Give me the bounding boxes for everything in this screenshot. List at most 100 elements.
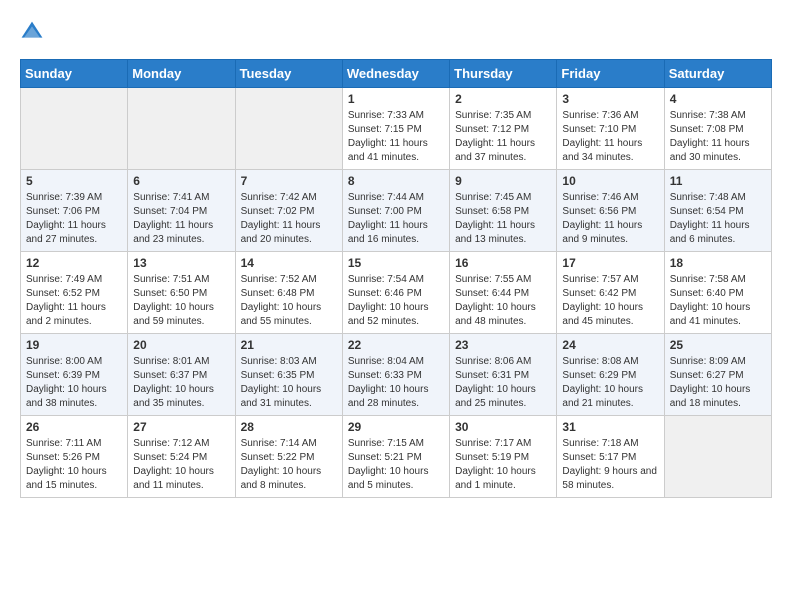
- calendar-cell: 10 Sunrise: 7:46 AMSunset: 6:56 PMDayligh…: [557, 170, 664, 252]
- calendar-table: SundayMondayTuesdayWednesdayThursdayFrid…: [20, 59, 772, 498]
- calendar-cell: 15 Sunrise: 7:54 AMSunset: 6:46 PMDayligh…: [342, 252, 449, 334]
- day-number: 22: [348, 338, 444, 352]
- day-info: Sunrise: 7:38 AMSunset: 7:08 PMDaylight:…: [670, 109, 766, 165]
- day-info: Sunrise: 7:45 AMSunset: 6:58 PMDaylight:…: [455, 191, 551, 247]
- day-info: Sunrise: 7:44 AMSunset: 7:00 PMDaylight:…: [348, 191, 444, 247]
- calendar-cell: 16 Sunrise: 7:55 AMSunset: 6:44 PMDayligh…: [450, 252, 557, 334]
- calendar-cell: 13Sunrise: 7:51 AMSunset: 6:50 PMDayligh…: [128, 252, 235, 334]
- calendar-week-row: 19 Sunrise: 8:00 AMSunset: 6:39 PMDayligh…: [21, 334, 772, 416]
- day-info: Sunrise: 7:39 AMSunset: 7:06 PMDaylight:…: [26, 191, 122, 247]
- calendar-cell: 6 Sunrise: 7:41 AMSunset: 7:04 PMDaylight…: [128, 170, 235, 252]
- day-info: Sunrise: 7:15 AMSunset: 5:21 PMDaylight:…: [348, 437, 444, 493]
- calendar-cell: 2 Sunrise: 7:35 AMSunset: 7:12 PMDaylight…: [450, 88, 557, 170]
- day-info: Sunrise: 7:17 AMSunset: 5:19 PMDaylight:…: [455, 437, 551, 493]
- day-number: 6: [133, 174, 229, 188]
- day-of-week-header: Friday: [557, 60, 664, 88]
- day-number: 25: [670, 338, 766, 352]
- calendar-cell: 25 Sunrise: 8:09 AMSunset: 6:27 PMDayligh…: [664, 334, 771, 416]
- day-number: 12: [26, 256, 122, 270]
- calendar-cell: 9 Sunrise: 7:45 AMSunset: 6:58 PMDaylight…: [450, 170, 557, 252]
- calendar-cell: [235, 88, 342, 170]
- day-of-week-header: Wednesday: [342, 60, 449, 88]
- day-number: 4: [670, 92, 766, 106]
- calendar-week-row: 5 Sunrise: 7:39 AMSunset: 7:06 PMDaylight…: [21, 170, 772, 252]
- calendar-cell: 5 Sunrise: 7:39 AMSunset: 7:06 PMDaylight…: [21, 170, 128, 252]
- calendar-cell: 11 Sunrise: 7:48 AMSunset: 6:54 PMDayligh…: [664, 170, 771, 252]
- calendar-cell: 1 Sunrise: 7:33 AMSunset: 7:15 PMDaylight…: [342, 88, 449, 170]
- day-number: 7: [241, 174, 337, 188]
- day-number: 31: [562, 420, 658, 434]
- day-info: Sunrise: 7:36 AMSunset: 7:10 PMDaylight:…: [562, 109, 658, 165]
- calendar-cell: 14Sunrise: 7:52 AMSunset: 6:48 PMDayligh…: [235, 252, 342, 334]
- calendar-cell: 30 Sunrise: 7:17 AMSunset: 5:19 PMDayligh…: [450, 416, 557, 498]
- day-info: Sunrise: 7:49 AMSunset: 6:52 PMDaylight:…: [26, 273, 122, 329]
- page-header: [20, 20, 772, 49]
- day-info: Sunrise: 7:52 AMSunset: 6:48 PMDaylight:…: [241, 273, 337, 329]
- day-number: 27: [133, 420, 229, 434]
- day-number: 1: [348, 92, 444, 106]
- calendar-week-row: 12 Sunrise: 7:49 AMSunset: 6:52 PMDayligh…: [21, 252, 772, 334]
- day-info: Sunrise: 7:41 AMSunset: 7:04 PMDaylight:…: [133, 191, 229, 247]
- calendar-cell: 22 Sunrise: 8:04 AMSunset: 6:33 PMDayligh…: [342, 334, 449, 416]
- day-info: Sunrise: 7:33 AMSunset: 7:15 PMDaylight:…: [348, 109, 444, 165]
- calendar-header-row: SundayMondayTuesdayWednesdayThursdayFrid…: [21, 60, 772, 88]
- logo-icon: [20, 20, 44, 44]
- day-info: Sunrise: 7:55 AMSunset: 6:44 PMDaylight:…: [455, 273, 551, 329]
- day-info: Sunrise: 7:48 AMSunset: 6:54 PMDaylight:…: [670, 191, 766, 247]
- day-info: Sunrise: 7:12 AMSunset: 5:24 PMDaylight:…: [133, 437, 229, 493]
- day-number: 19: [26, 338, 122, 352]
- day-number: 26: [26, 420, 122, 434]
- calendar-cell: 26Sunrise: 7:11 AMSunset: 5:26 PMDayligh…: [21, 416, 128, 498]
- day-info: Sunrise: 8:08 AMSunset: 6:29 PMDaylight:…: [562, 355, 658, 411]
- calendar-cell: 4 Sunrise: 7:38 AMSunset: 7:08 PMDaylight…: [664, 88, 771, 170]
- day-info: Sunrise: 8:00 AMSunset: 6:39 PMDaylight:…: [26, 355, 122, 411]
- day-number: 16: [455, 256, 551, 270]
- day-number: 23: [455, 338, 551, 352]
- calendar-cell: 31Sunrise: 7:18 AMSunset: 5:17 PMDayligh…: [557, 416, 664, 498]
- day-info: Sunrise: 8:09 AMSunset: 6:27 PMDaylight:…: [670, 355, 766, 411]
- day-info: Sunrise: 7:54 AMSunset: 6:46 PMDaylight:…: [348, 273, 444, 329]
- day-info: Sunrise: 8:04 AMSunset: 6:33 PMDaylight:…: [348, 355, 444, 411]
- day-number: 2: [455, 92, 551, 106]
- calendar-cell: 29Sunrise: 7:15 AMSunset: 5:21 PMDayligh…: [342, 416, 449, 498]
- day-number: 8: [348, 174, 444, 188]
- day-info: Sunrise: 8:01 AMSunset: 6:37 PMDaylight:…: [133, 355, 229, 411]
- calendar-cell: 27 Sunrise: 7:12 AMSunset: 5:24 PMDayligh…: [128, 416, 235, 498]
- calendar-cell: [21, 88, 128, 170]
- day-number: 21: [241, 338, 337, 352]
- day-info: Sunrise: 7:14 AMSunset: 5:22 PMDaylight:…: [241, 437, 337, 493]
- calendar-cell: 8 Sunrise: 7:44 AMSunset: 7:00 PMDaylight…: [342, 170, 449, 252]
- day-info: Sunrise: 7:35 AMSunset: 7:12 PMDaylight:…: [455, 109, 551, 165]
- calendar-cell: [664, 416, 771, 498]
- day-info: Sunrise: 7:42 AMSunset: 7:02 PMDaylight:…: [241, 191, 337, 247]
- day-info: Sunrise: 8:06 AMSunset: 6:31 PMDaylight:…: [455, 355, 551, 411]
- day-number: 15: [348, 256, 444, 270]
- calendar-cell: [128, 88, 235, 170]
- calendar-week-row: 1 Sunrise: 7:33 AMSunset: 7:15 PMDaylight…: [21, 88, 772, 170]
- calendar-cell: 23 Sunrise: 8:06 AMSunset: 6:31 PMDayligh…: [450, 334, 557, 416]
- day-number: 17: [562, 256, 658, 270]
- day-number: 5: [26, 174, 122, 188]
- day-info: Sunrise: 7:51 AMSunset: 6:50 PMDaylight:…: [133, 273, 229, 329]
- day-of-week-header: Monday: [128, 60, 235, 88]
- day-info: Sunrise: 7:58 AMSunset: 6:40 PMDaylight:…: [670, 273, 766, 329]
- day-number: 18: [670, 256, 766, 270]
- calendar-cell: 7 Sunrise: 7:42 AMSunset: 7:02 PMDaylight…: [235, 170, 342, 252]
- calendar-cell: 12 Sunrise: 7:49 AMSunset: 6:52 PMDayligh…: [21, 252, 128, 334]
- day-number: 20: [133, 338, 229, 352]
- day-number: 9: [455, 174, 551, 188]
- calendar-cell: 21 Sunrise: 8:03 AMSunset: 6:35 PMDayligh…: [235, 334, 342, 416]
- day-of-week-header: Tuesday: [235, 60, 342, 88]
- day-number: 10: [562, 174, 658, 188]
- day-of-week-header: Thursday: [450, 60, 557, 88]
- day-info: Sunrise: 7:46 AMSunset: 6:56 PMDaylight:…: [562, 191, 658, 247]
- calendar-cell: 20 Sunrise: 8:01 AMSunset: 6:37 PMDayligh…: [128, 334, 235, 416]
- day-number: 30: [455, 420, 551, 434]
- day-number: 11: [670, 174, 766, 188]
- day-of-week-header: Sunday: [21, 60, 128, 88]
- day-number: 24: [562, 338, 658, 352]
- calendar-cell: 24 Sunrise: 8:08 AMSunset: 6:29 PMDayligh…: [557, 334, 664, 416]
- logo: [20, 20, 48, 49]
- day-info: Sunrise: 8:03 AMSunset: 6:35 PMDaylight:…: [241, 355, 337, 411]
- calendar-cell: 17Sunrise: 7:57 AMSunset: 6:42 PMDayligh…: [557, 252, 664, 334]
